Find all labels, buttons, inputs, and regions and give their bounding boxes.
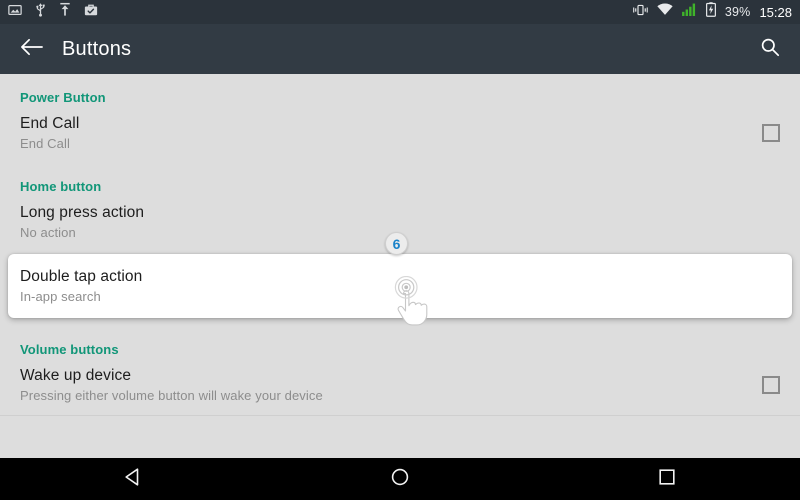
checkbox-icon [762,124,780,142]
android-screen: 39% 15:28 Buttons Power Button End Call … [0,0,800,500]
list-item-texts: Double tap action In-app search [20,268,142,304]
nav-recents-square-icon [657,467,677,492]
step-number-badge: 6 [385,232,408,255]
list-item-double-tap-action[interactable]: Double tap action In-app search [8,254,792,318]
list-item-subtitle: In-app search [20,289,101,304]
list-item-wake-up-device[interactable]: Wake up device Pressing either volume bu… [0,357,800,415]
section-header-home-button: Home button [20,179,102,194]
signal-icon [681,3,697,21]
battery-percent-label: 39% [724,5,751,19]
list-item-subtitle: End Call [20,136,70,151]
nav-back-button[interactable] [73,458,193,500]
nav-recents-button[interactable] [607,458,727,500]
search-icon [760,37,780,62]
end-call-checkbox[interactable] [762,124,780,142]
vibrate-icon [632,3,648,22]
screenshot-icon [8,3,22,22]
list-item-subtitle: Pressing either volume button will wake … [20,388,323,403]
list-item-texts: End Call End Call [20,115,79,151]
list-item-title: Wake up device [20,367,132,384]
search-button[interactable] [740,24,800,74]
list-divider [0,415,800,416]
status-bar: 39% 15:28 [0,0,800,24]
list-item-texts: Wake up device Pressing either volume bu… [20,367,323,403]
back-button[interactable] [0,24,62,74]
status-bar-left-icons [8,2,98,22]
wake-up-device-checkbox[interactable] [762,376,780,394]
upload-icon [59,2,71,22]
arrow-back-icon [20,37,43,62]
work-profile-icon [84,3,98,22]
status-bar-right-icons: 39% 15:28 [632,2,792,22]
list-item-title: Long press action [20,204,145,221]
action-bar: Buttons [0,24,800,74]
settings-list[interactable]: Power Button End Call End Call Home butt… [0,74,800,458]
list-item-title: Double tap action [20,268,143,285]
list-item-title: End Call [20,115,80,132]
list-item-subtitle: No action [20,225,76,240]
clock-label: 15:28 [759,4,792,20]
wifi-icon [657,3,673,21]
usb-icon [35,2,46,22]
nav-home-circle-icon [390,467,410,492]
section-header-power-button: Power Button [20,90,106,105]
navigation-bar [0,458,800,500]
section-header-volume-buttons: Volume buttons [20,342,119,357]
nav-back-triangle-icon [123,467,143,492]
list-item-texts: Long press action No action [20,204,144,240]
page-title: Buttons [62,37,132,60]
list-item-end-call[interactable]: End Call End Call [0,105,800,163]
checkbox-icon [762,376,780,394]
nav-home-button[interactable] [340,458,460,500]
battery-charging-icon [705,2,716,22]
